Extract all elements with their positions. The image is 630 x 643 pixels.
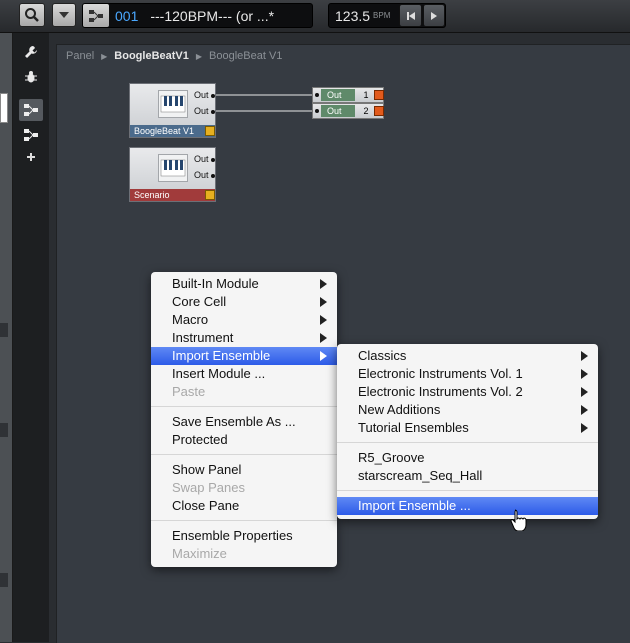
- submenu-arrow-icon: [581, 369, 588, 379]
- menu-divider: [337, 442, 598, 443]
- menu-item-save-ensemble-as[interactable]: Save Ensemble As ...: [151, 413, 337, 431]
- submenu-arrow-icon: [581, 405, 588, 415]
- module-accent: [205, 190, 215, 200]
- submenu-arrow-icon: [320, 333, 327, 343]
- menu-item-show-panel[interactable]: Show Panel: [151, 461, 337, 479]
- submenu-item-import-ensemble[interactable]: Import Ensemble ...: [337, 497, 598, 515]
- menu-item-core-cell[interactable]: Core Cell: [151, 293, 337, 311]
- submenu-arrow-icon: [581, 351, 588, 361]
- submenu-arrow-icon: [320, 315, 327, 325]
- instrument-module-boogiebeat[interactable]: Out Out BoogleBeat V1: [129, 83, 216, 138]
- menu-divider: [151, 454, 337, 455]
- out-port-label: Out: [194, 106, 209, 116]
- module-accent: [205, 126, 215, 136]
- menu-item-maximize[interactable]: Maximize: [151, 545, 337, 563]
- submenu-item-new-additions[interactable]: New Additions: [337, 401, 598, 419]
- submenu-item-tutorial-ensembles[interactable]: Tutorial Ensembles: [337, 419, 598, 437]
- submenu-item-starscream-seq-hall[interactable]: starscream_Seq_Hall: [337, 467, 598, 485]
- instrument-module-scenario[interactable]: Out Out Scenario: [129, 147, 216, 202]
- menu-item-close-pane[interactable]: Close Pane: [151, 497, 337, 515]
- submenu-item-electronic-instruments-vol-1[interactable]: Electronic Instruments Vol. 1: [337, 365, 598, 383]
- piano-icon: [158, 154, 188, 182]
- module-label[interactable]: Scenario: [130, 189, 215, 201]
- menu-item-protected[interactable]: Protected: [151, 431, 337, 449]
- submenu-item-classics[interactable]: Classics: [337, 347, 598, 365]
- out-indicator: [374, 90, 384, 100]
- submenu-arrow-icon: [581, 423, 588, 433]
- out-port-label: Out: [194, 154, 209, 164]
- menu-item-import-ensemble[interactable]: Import Ensemble: [151, 347, 337, 365]
- out-label: Out: [321, 89, 355, 101]
- submenu-arrow-icon: [320, 297, 327, 307]
- out-indicator: [374, 106, 384, 116]
- in-port[interactable]: [315, 109, 319, 113]
- submenu-item-r5-groove[interactable]: R5_Groove: [337, 449, 598, 467]
- channel-number: 2: [363, 106, 369, 116]
- out-port-2[interactable]: [211, 110, 215, 114]
- out-port-label: Out: [194, 90, 209, 100]
- piano-icon: [158, 90, 188, 118]
- menu-item-macro[interactable]: Macro: [151, 311, 337, 329]
- out-port-1[interactable]: [211, 94, 215, 98]
- out-label: Out: [321, 105, 355, 117]
- hand-cursor-icon: [510, 509, 527, 531]
- out-port-1[interactable]: [211, 158, 215, 162]
- menu-divider: [151, 406, 337, 407]
- submenu-arrow-icon: [581, 387, 588, 397]
- import-ensemble-submenu: Classics Electronic Instruments Vol. 1 E…: [337, 344, 598, 519]
- out-module-1[interactable]: Out 1: [312, 87, 384, 103]
- menu-divider: [337, 490, 598, 491]
- out-port-2[interactable]: [211, 174, 215, 178]
- context-menu: Built-In Module Core Cell Macro Instrume…: [151, 272, 337, 567]
- menu-item-ensemble-properties[interactable]: Ensemble Properties: [151, 527, 337, 545]
- in-port[interactable]: [315, 93, 319, 97]
- module-label[interactable]: BoogleBeat V1: [130, 125, 215, 137]
- out-module-2[interactable]: Out 2: [312, 103, 384, 119]
- channel-number: 1: [363, 90, 369, 100]
- menu-item-built-in-module[interactable]: Built-In Module: [151, 275, 337, 293]
- menu-divider: [151, 520, 337, 521]
- submenu-item-electronic-instruments-vol-2[interactable]: Electronic Instruments Vol. 2: [337, 383, 598, 401]
- menu-item-swap-panes[interactable]: Swap Panes: [151, 479, 337, 497]
- submenu-arrow-icon: [320, 351, 327, 361]
- menu-item-insert-module[interactable]: Insert Module ...: [151, 365, 337, 383]
- menu-item-paste[interactable]: Paste: [151, 383, 337, 401]
- out-port-label: Out: [194, 170, 209, 180]
- submenu-arrow-icon: [320, 279, 327, 289]
- menu-item-instrument[interactable]: Instrument: [151, 329, 337, 347]
